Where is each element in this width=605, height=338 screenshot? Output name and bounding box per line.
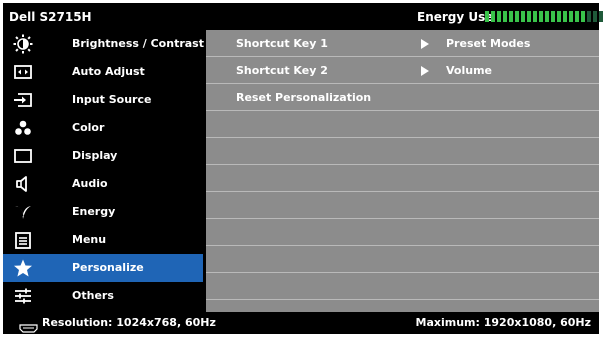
submenu-row-shortcut-key-1[interactable]: Shortcut Key 1 Preset Modes bbox=[206, 30, 599, 57]
auto-adjust-icon bbox=[13, 62, 33, 82]
energy-meter-segment bbox=[545, 11, 549, 22]
submenu-row-empty bbox=[206, 165, 599, 192]
input-source-icon bbox=[13, 90, 33, 110]
energy-meter-segment bbox=[509, 11, 513, 22]
row-label: Reset Personalization bbox=[236, 91, 372, 104]
monitor-osd: Dell S2715H Energy Use Brightness / Cont… bbox=[3, 3, 603, 334]
current-resolution: Resolution: 1024x768, 60Hz bbox=[42, 316, 216, 329]
submenu-panel: Shortcut Key 1 Preset Modes Shortcut Key… bbox=[206, 30, 599, 312]
energy-meter-segment bbox=[575, 11, 579, 22]
submenu-row-empty bbox=[206, 138, 599, 165]
energy-leaf-icon bbox=[13, 202, 33, 222]
star-icon bbox=[13, 258, 33, 278]
main-menu: Brightness / Contrast Auto Adjust Input … bbox=[3, 30, 204, 312]
arrow-right-icon bbox=[421, 39, 429, 49]
energy-meter-segment bbox=[563, 11, 567, 22]
row-value: Preset Modes bbox=[446, 37, 531, 50]
energy-meter-segment bbox=[527, 11, 531, 22]
energy-meter-segment bbox=[581, 11, 585, 22]
menu-label: Brightness / Contrast bbox=[72, 37, 204, 50]
menu-item-personalize[interactable]: Personalize bbox=[3, 254, 203, 282]
menu-item-energy[interactable]: Energy bbox=[3, 198, 203, 226]
display-icon bbox=[13, 146, 33, 166]
menu-item-audio[interactable]: Audio bbox=[3, 170, 203, 198]
menu-item-display[interactable]: Display bbox=[3, 142, 203, 170]
row-label: Shortcut Key 2 bbox=[236, 64, 328, 77]
menu-item-brightness-contrast[interactable]: Brightness / Contrast bbox=[3, 30, 204, 58]
energy-meter-segment bbox=[593, 11, 597, 22]
submenu-row-empty bbox=[206, 246, 599, 273]
energy-use-meter bbox=[485, 11, 605, 22]
row-value: Volume bbox=[446, 64, 492, 77]
energy-meter-segment bbox=[569, 11, 573, 22]
energy-meter-segment bbox=[539, 11, 543, 22]
submenu-row-empty bbox=[206, 192, 599, 219]
energy-meter-segment bbox=[533, 11, 537, 22]
menu-label: Audio bbox=[72, 177, 108, 190]
menu-label: Input Source bbox=[72, 93, 152, 106]
energy-meter-segment bbox=[521, 11, 525, 22]
energy-use-label: Energy Use bbox=[417, 10, 494, 24]
color-icon bbox=[13, 118, 33, 138]
brightness-icon bbox=[13, 34, 33, 54]
energy-meter-segment bbox=[503, 11, 507, 22]
model-title: Dell S2715H bbox=[9, 10, 92, 24]
menu-item-others[interactable]: Others bbox=[3, 282, 203, 310]
submenu-row-empty bbox=[206, 219, 599, 246]
submenu-row-empty bbox=[206, 273, 599, 300]
menu-label: Energy bbox=[72, 205, 116, 218]
others-sliders-icon bbox=[13, 286, 33, 306]
menu-label: Others bbox=[72, 289, 114, 302]
menu-item-auto-adjust[interactable]: Auto Adjust bbox=[3, 58, 203, 86]
menu-icon bbox=[13, 230, 33, 250]
speaker-icon bbox=[13, 174, 33, 194]
menu-label: Menu bbox=[72, 233, 107, 246]
energy-meter-segment bbox=[599, 11, 603, 22]
submenu-row-empty bbox=[206, 111, 599, 138]
energy-meter-segment bbox=[515, 11, 519, 22]
menu-label: Auto Adjust bbox=[72, 65, 145, 78]
maximum-resolution: Maximum: 1920x1080, 60Hz bbox=[415, 316, 591, 329]
menu-label: Display bbox=[72, 149, 118, 162]
energy-meter-segment bbox=[551, 11, 555, 22]
menu-item-color[interactable]: Color bbox=[3, 114, 203, 142]
hdmi-connector-icon bbox=[19, 318, 38, 333]
menu-label: Personalize bbox=[72, 261, 144, 274]
energy-meter-segment bbox=[587, 11, 591, 22]
menu-item-input-source[interactable]: Input Source bbox=[3, 86, 203, 114]
energy-meter-segment bbox=[491, 11, 495, 22]
submenu-row-shortcut-key-2[interactable]: Shortcut Key 2 Volume bbox=[206, 57, 599, 84]
arrow-right-icon bbox=[421, 66, 429, 76]
osd-footer: Resolution: 1024x768, 60Hz Maximum: 1920… bbox=[3, 312, 599, 334]
energy-meter-segment bbox=[557, 11, 561, 22]
menu-label: Color bbox=[72, 121, 105, 134]
energy-meter-segment bbox=[485, 11, 489, 22]
energy-meter-segment bbox=[497, 11, 501, 22]
menu-item-menu[interactable]: Menu bbox=[3, 226, 203, 254]
osd-header: Dell S2715H Energy Use bbox=[3, 3, 603, 30]
submenu-row-reset-personalization[interactable]: Reset Personalization bbox=[206, 84, 599, 111]
row-label: Shortcut Key 1 bbox=[236, 37, 328, 50]
